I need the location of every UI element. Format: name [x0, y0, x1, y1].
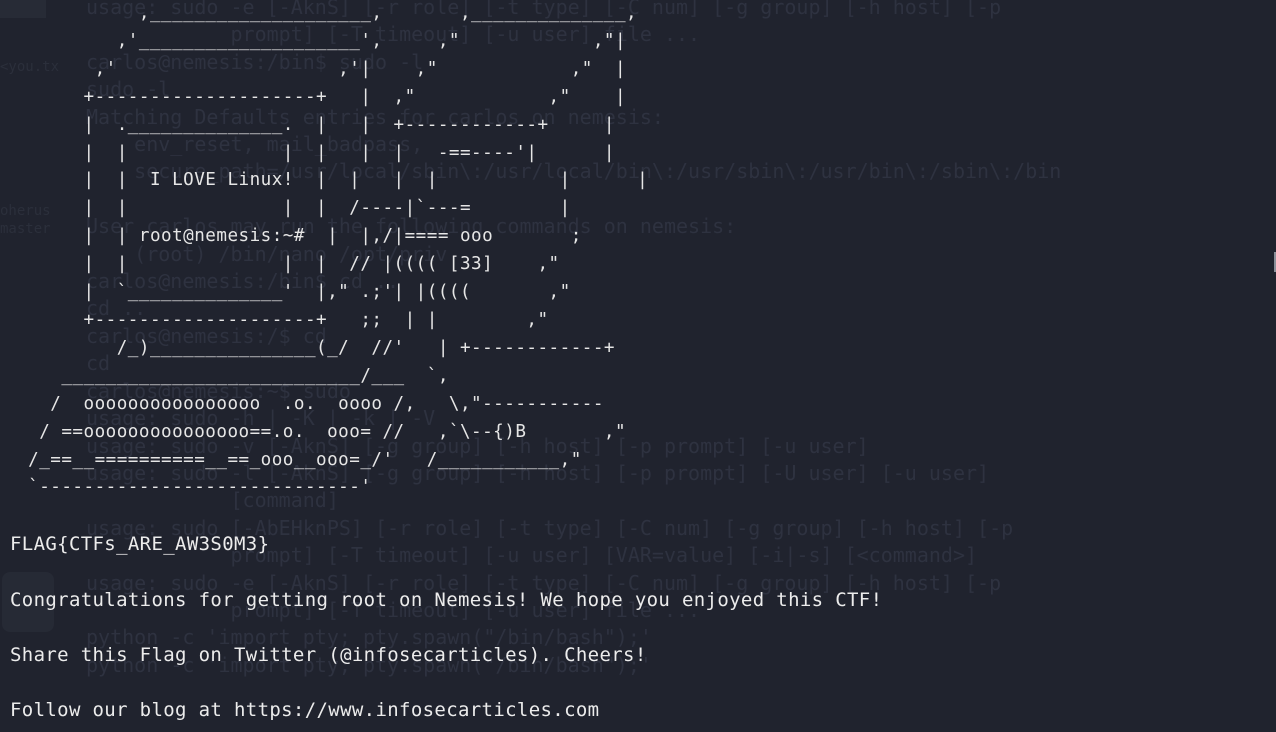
share-text: Share this Flag on Twitter (@infosecarti… — [10, 644, 647, 666]
terminal-window[interactable]: usage: sudo -e [-AknS] [-r role] [-t typ… — [0, 0, 1276, 732]
congratulations-text: Congratulations for getting root on Neme… — [10, 589, 883, 611]
flag-text: FLAG{CTFs_ARE_AW3S0M3} — [10, 533, 270, 555]
follow-blog-text: Follow our blog at https://www.infosecar… — [10, 699, 600, 721]
ascii-art-computer: ,____________________, ,______________, … — [28, 3, 649, 498]
